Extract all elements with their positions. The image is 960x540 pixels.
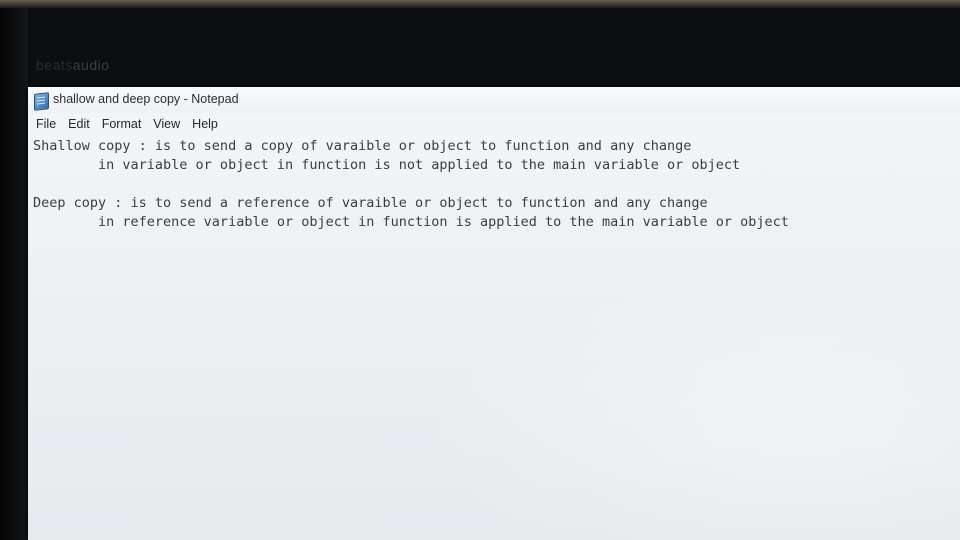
notepad-window: shallow and deep copy - Notepad File Edi… bbox=[28, 87, 960, 540]
text-line: in variable or object in function is not… bbox=[33, 157, 741, 173]
menu-view[interactable]: View bbox=[147, 114, 186, 134]
title-bar[interactable]: shallow and deep copy - Notepad bbox=[28, 87, 960, 113]
text-line: Deep copy : is to send a reference of va… bbox=[33, 195, 708, 211]
text-editor-area[interactable]: Shallow copy : is to send a copy of vara… bbox=[28, 135, 960, 540]
text-line: Shallow copy : is to send a copy of vara… bbox=[33, 138, 692, 154]
window-title: shallow and deep copy - Notepad bbox=[53, 92, 239, 106]
bezel-brand-logo: beatsaudio bbox=[36, 57, 110, 73]
menu-edit[interactable]: Edit bbox=[62, 114, 96, 134]
menu-file[interactable]: File bbox=[28, 114, 62, 134]
text-line: in reference variable or object in funct… bbox=[33, 214, 789, 230]
notepad-icon[interactable] bbox=[34, 92, 49, 111]
laptop-bezel-top bbox=[0, 0, 960, 8]
laptop-bezel-left bbox=[0, 8, 28, 540]
menu-help[interactable]: Help bbox=[186, 114, 224, 134]
menu-format[interactable]: Format bbox=[96, 114, 148, 134]
menu-bar: File Edit Format View Help bbox=[28, 114, 960, 134]
